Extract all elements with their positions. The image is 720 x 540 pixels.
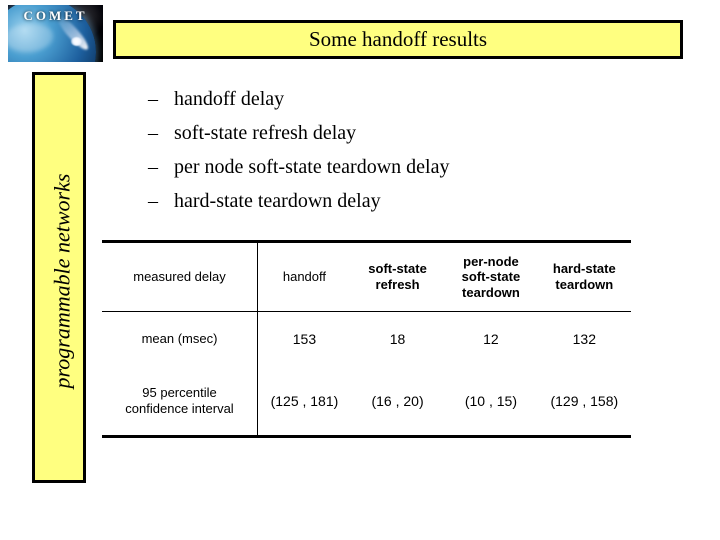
table-row: 95 percentile confidence interval (125 ,… xyxy=(102,366,631,438)
list-item: – handoff delay xyxy=(148,88,668,122)
column-header-handoff: handoff xyxy=(257,240,351,312)
list-item-label: handoff delay xyxy=(174,88,285,110)
column-header-soft-state-refresh: soft-state refresh xyxy=(350,240,445,312)
cell-mean-per-node-soft-state-teardown: 12 xyxy=(483,331,499,348)
bullet-marker: – xyxy=(148,122,158,144)
column-header-line: teardown xyxy=(555,277,614,292)
page-title: Some handoff results xyxy=(308,27,488,51)
cell-ci-handoff: (125 , 181) xyxy=(257,366,351,438)
results-table-wrap: measured delay handoff soft-state refres… xyxy=(102,240,631,439)
bullet-marker: – xyxy=(148,156,158,178)
comet-logo: COMET xyxy=(8,5,103,62)
bullet-list: – handoff delay – soft-state refresh del… xyxy=(148,88,668,224)
table-corner-header: measured delay xyxy=(102,240,258,312)
sidebar-text-wrap: programmable networks xyxy=(35,75,83,480)
list-item: – per node soft-state teardown delay xyxy=(148,156,668,190)
column-header-line: handoff xyxy=(282,269,326,285)
list-item: – hard-state teardown delay xyxy=(148,190,668,224)
column-header-line: soft-state xyxy=(461,269,521,285)
comet-head-icon xyxy=(71,37,82,46)
logo-wordmark: COMET xyxy=(23,8,88,23)
cell-ci-soft-state-refresh: (16 , 20) xyxy=(350,366,445,438)
sidebar-label: programmable networks xyxy=(49,173,74,388)
row-header-confidence-interval: 95 percentile confidence interval xyxy=(102,366,258,438)
list-item-label: per node soft-state teardown delay xyxy=(174,156,450,178)
row-header-mean: mean (msec) xyxy=(102,311,258,367)
table-header-row: measured delay handoff soft-state refres… xyxy=(102,240,631,312)
slide-title-box: Some handoff results xyxy=(113,20,683,59)
row-header-line: confidence interval xyxy=(125,400,234,416)
bullet-marker: – xyxy=(148,190,158,212)
column-header-line: hard-state xyxy=(552,261,616,277)
table-row: mean (msec) 153 18 12 132 xyxy=(102,311,631,367)
column-header-line: teardown xyxy=(462,284,520,300)
cell-mean-handoff: 153 xyxy=(292,331,317,348)
results-table: measured delay handoff soft-state refres… xyxy=(102,240,631,438)
cell-ci-per-node-soft-state-teardown: (10 , 15) xyxy=(444,366,538,438)
cell-ci-hard-state-teardown: (129 , 158) xyxy=(537,366,631,438)
column-header-line: refresh xyxy=(375,277,420,292)
list-item: – soft-state refresh delay xyxy=(148,122,668,156)
row-header-line: mean (msec) xyxy=(141,331,218,347)
bullet-marker: – xyxy=(148,88,158,110)
cell-mean-hard-state-teardown: 132 xyxy=(572,331,596,348)
sidebar-banner: programmable networks xyxy=(32,72,86,483)
cell-mean-soft-state-refresh: 18 xyxy=(389,331,406,348)
column-header-line: per-node xyxy=(463,253,519,269)
column-header-per-node-soft-state-teardown: per-node soft-state teardown xyxy=(444,240,538,312)
column-header-line: soft-state xyxy=(368,261,427,277)
row-header-line: 95 percentile xyxy=(142,384,217,400)
column-header-hard-state-teardown: hard-state teardown xyxy=(537,240,631,312)
list-item-label: soft-state refresh delay xyxy=(174,122,357,144)
list-item-label: hard-state teardown delay xyxy=(174,190,381,212)
